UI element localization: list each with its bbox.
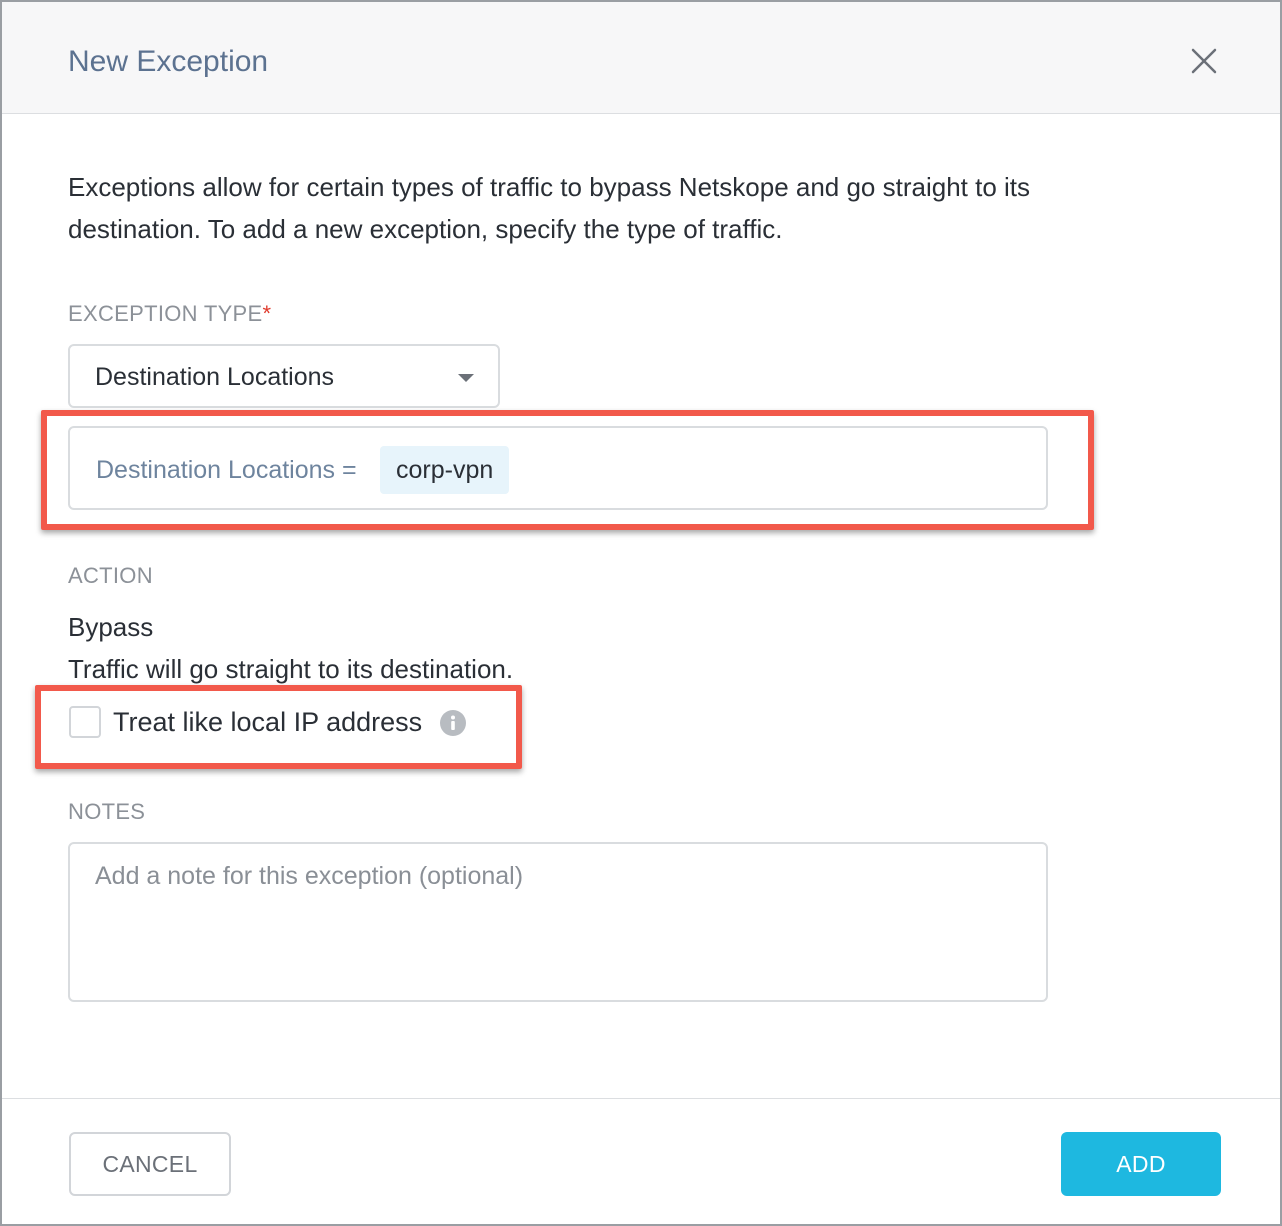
exception-type-selected-value: Destination Locations [95,363,335,391]
notes-textarea[interactable] [68,842,1048,1002]
destination-locations-label: Destination Locations = [96,456,357,484]
new-exception-dialog: New Exception Exceptions allow for certa… [0,0,1282,1226]
dialog-title: New Exception [68,45,269,78]
close-icon [1191,48,1217,74]
dialog-header: New Exception [2,2,1280,114]
exception-type-label: EXCEPTION TYPE* [68,300,271,328]
action-label: ACTION [68,563,153,588]
add-button[interactable]: ADD [1061,1132,1221,1196]
treat-like-local-ip-label[interactable]: Treat like local IP address [113,705,422,739]
close-button[interactable] [1185,42,1223,80]
destination-locations-field[interactable]: Destination Locations = corp-vpn [68,426,1048,510]
exception-type-select[interactable]: Destination Locations [68,344,500,408]
exception-type-label-text: EXCEPTION TYPE [68,301,263,326]
footer-divider [2,1098,1280,1099]
treat-like-local-ip-checkbox[interactable] [69,706,101,738]
notes-label: NOTES [68,799,146,824]
action-name: Bypass [68,612,154,642]
info-icon[interactable] [439,709,467,737]
chevron-down-icon [458,374,474,382]
required-marker: * [262,301,272,326]
dialog-description: Exceptions allow for certain types of tr… [68,172,1031,244]
action-description: Traffic will go straight to its destinat… [68,654,514,684]
cancel-button[interactable]: CANCEL [69,1132,231,1196]
destination-location-chip[interactable]: corp-vpn [380,446,510,494]
